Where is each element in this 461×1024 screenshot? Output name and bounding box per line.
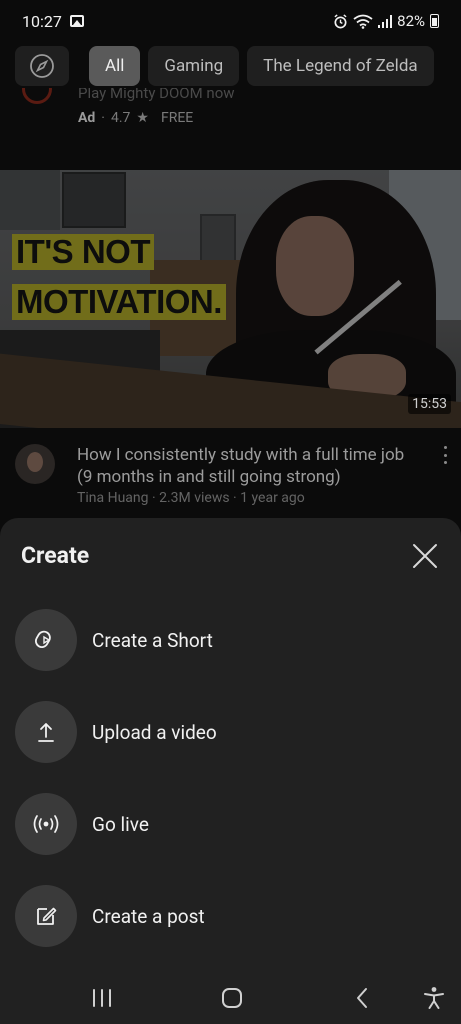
close-icon[interactable] — [411, 542, 439, 570]
signal-icon — [378, 14, 393, 28]
status-left: 10:27 — [22, 12, 84, 31]
video-duration: 15:53 — [408, 394, 451, 414]
ad-label: Ad — [78, 110, 96, 126]
create-post-option[interactable]: Create a post — [15, 885, 445, 947]
sheet-title: Create — [21, 542, 90, 569]
edit-icon — [15, 885, 77, 947]
battery-percent: 82% — [397, 12, 425, 30]
video-info[interactable]: How I consistently study with a full tim… — [0, 428, 461, 520]
back-icon — [357, 988, 367, 1008]
video-thumbnail[interactable]: IT'S NOT MOTIVATION. 15:53 — [0, 170, 461, 428]
upload-icon — [15, 701, 77, 763]
video-meta: Tina Huang · 2.3M views · 1 year ago — [77, 490, 305, 506]
status-time: 10:27 — [22, 11, 62, 31]
home-button[interactable] — [212, 980, 252, 1016]
recents-button[interactable] — [82, 980, 122, 1016]
chip-all[interactable]: All — [89, 46, 141, 86]
gallery-notification-icon — [69, 15, 84, 27]
create-post-label: Create a post — [92, 904, 205, 928]
chip-gaming[interactable]: Gaming — [148, 46, 240, 86]
filter-chip-row: All Gaming The Legend of Zelda — [0, 44, 461, 88]
upload-video-label: Upload a video — [92, 720, 217, 744]
chip-legend-of-zelda[interactable]: The Legend of Zelda — [247, 46, 434, 86]
shorts-icon — [15, 609, 77, 671]
accessibility-button[interactable] — [414, 980, 454, 1016]
wifi-icon — [353, 14, 373, 29]
back-button[interactable] — [342, 980, 382, 1016]
upload-video-option[interactable]: Upload a video — [15, 701, 445, 763]
accessibility-icon — [424, 987, 444, 1009]
ad-dot: · — [101, 110, 105, 126]
status-bar: 10:27 82% — [0, 0, 461, 42]
channel-avatar[interactable] — [15, 444, 55, 484]
create-short-label: Create a Short — [92, 628, 213, 652]
home-icon — [222, 988, 242, 1008]
go-live-label: Go live — [92, 812, 149, 836]
system-navigation-bar — [0, 970, 461, 1024]
status-right: 82% — [333, 12, 439, 30]
thumbnail-dim-overlay — [0, 170, 461, 428]
compass-icon — [30, 54, 54, 78]
recents-icon — [93, 989, 111, 1007]
explore-button[interactable] — [15, 46, 69, 86]
battery-icon — [430, 14, 439, 28]
ad-rating: 4.7 — [110, 110, 131, 126]
alarm-icon — [334, 13, 347, 28]
go-live-option[interactable]: Go live — [15, 793, 445, 855]
star-icon: ★ — [136, 110, 149, 126]
ad-price: FREE — [160, 110, 194, 126]
live-icon — [15, 793, 77, 855]
more-options-icon[interactable] — [441, 446, 449, 464]
video-title[interactable]: How I consistently study with a full tim… — [77, 444, 417, 488]
create-bottom-sheet: Create Create a Short Upload a video Go … — [0, 518, 461, 970]
create-short-option[interactable]: Create a Short — [15, 609, 445, 671]
ad-meta: Ad · 4.7 ★ FREE — [78, 110, 193, 126]
